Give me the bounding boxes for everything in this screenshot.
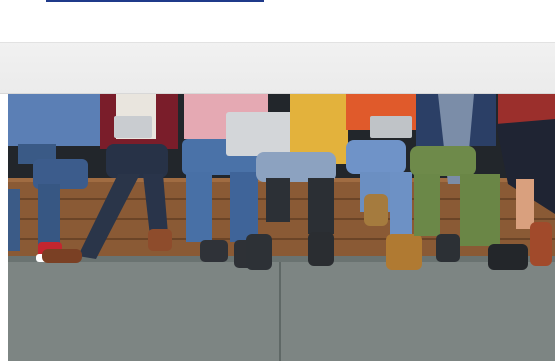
hero-photo-illustration <box>8 94 555 361</box>
hero-image <box>8 94 555 361</box>
top-area <box>0 0 555 42</box>
laptop-icon <box>226 112 294 156</box>
link-underline[interactable] <box>46 0 264 2</box>
toolbar-band <box>0 42 555 94</box>
floor <box>8 256 555 361</box>
